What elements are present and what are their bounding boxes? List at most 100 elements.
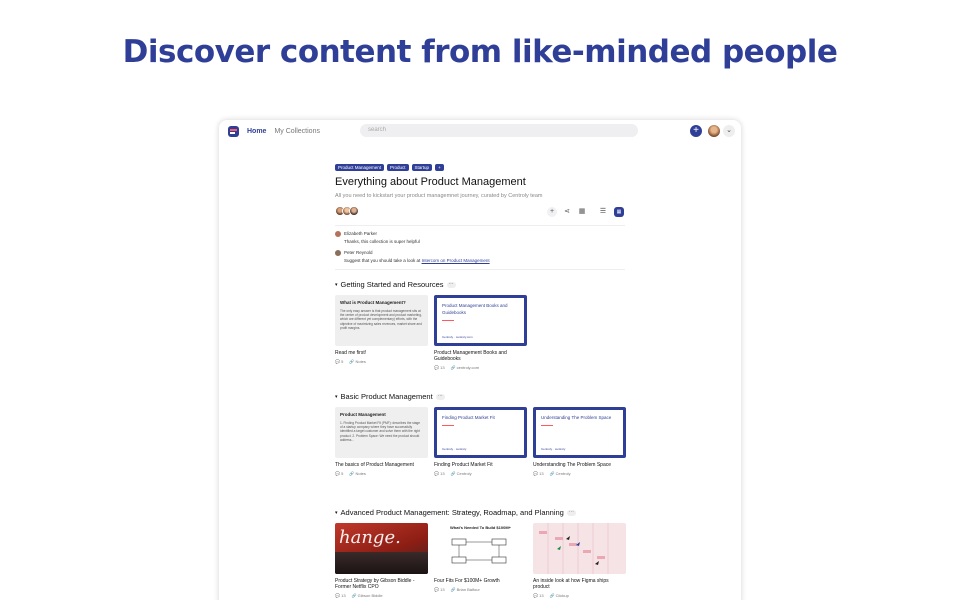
card[interactable]: Understanding The Problem Space Centroly… bbox=[533, 407, 626, 476]
collapse-arrow-icon[interactable]: ▾ bbox=[335, 510, 338, 516]
app-logo-icon[interactable] bbox=[228, 125, 239, 137]
card-thumbnail[interactable]: What is Product Management? The only eas… bbox=[335, 295, 428, 346]
source-label: Centroly bbox=[456, 471, 472, 476]
collection-header: Product Management Product Startup + Eve… bbox=[335, 164, 625, 270]
section-title: Basic Product Management bbox=[340, 392, 433, 401]
add-tag-button[interactable]: + bbox=[435, 164, 444, 171]
add-icon[interactable]: + bbox=[547, 207, 557, 217]
thumb-body: The only easy answer is that product man… bbox=[340, 309, 422, 330]
collapse-arrow-icon[interactable]: ▾ bbox=[335, 394, 338, 400]
card-thumbnail[interactable]: What's Needed To Build $100M+ bbox=[434, 523, 527, 574]
card-thumbnail[interactable]: Understanding The Problem Space Centroly… bbox=[533, 407, 626, 458]
section-header[interactable]: ▾ Advanced Product Management: Strategy,… bbox=[335, 508, 635, 517]
card-title[interactable]: The basics of Product Management bbox=[335, 462, 428, 468]
comment-count: 5 bbox=[341, 471, 344, 476]
comment-text: Thanks, this collection is super helpful bbox=[344, 239, 420, 244]
tag[interactable]: Product Management bbox=[335, 164, 385, 171]
source-label: Clickup bbox=[555, 593, 569, 598]
comment-author: Elizabeth Parker bbox=[344, 231, 378, 236]
card[interactable]: An inside look at how Figma ships produc… bbox=[533, 523, 626, 598]
card[interactable]: What is Product Management? The only eas… bbox=[335, 295, 428, 370]
card-title[interactable]: Four Fits For $100M+ Growth bbox=[434, 578, 527, 584]
chevron-down-icon[interactable]: ⌄ bbox=[723, 125, 735, 137]
search-input[interactable]: search bbox=[360, 124, 638, 137]
collapse-arrow-icon[interactable]: ▾ bbox=[335, 282, 338, 288]
comment-count: 13 bbox=[341, 593, 346, 598]
nav-home[interactable]: Home bbox=[247, 128, 266, 135]
collection-subtitle: All you need to kickstart your product m… bbox=[335, 193, 543, 199]
card[interactable]: Product Management 1. Finding Product Ma… bbox=[335, 407, 428, 476]
settings-icon[interactable]: ▦ bbox=[577, 207, 587, 217]
top-bar: Home My Collections search + ⌄ bbox=[219, 120, 741, 142]
card-thumbnail[interactable]: Finding Product Market Fit Centroly · ce… bbox=[434, 407, 527, 458]
card[interactable]: Finding Product Market Fit Centroly · ce… bbox=[434, 407, 527, 476]
collaborator-avatars bbox=[335, 206, 359, 216]
grid-view-icon[interactable]: ▦ bbox=[614, 207, 624, 217]
list-view-icon[interactable]: ☰ bbox=[598, 207, 608, 217]
comment-icon: 💬 13 bbox=[533, 593, 544, 598]
card-meta: 💬 13 🔗 Centroly bbox=[533, 471, 626, 476]
comment-icon: 💬 5 bbox=[335, 359, 344, 364]
card-title[interactable]: Understanding The Problem Space bbox=[533, 462, 626, 468]
comment-link[interactable]: Intercom on Product Management bbox=[422, 258, 490, 263]
thumb-title: Product Management Books and Guidebooks bbox=[442, 303, 508, 315]
card-meta: 💬 5 🔗 Notes bbox=[335, 359, 428, 364]
figma-board-image bbox=[539, 523, 609, 574]
comment-icon: 💬 13 bbox=[434, 365, 445, 370]
thumb-footer: Centroly · centroly bbox=[541, 447, 566, 451]
more-icon[interactable]: ··· bbox=[566, 509, 576, 516]
comment-count: 13 bbox=[440, 365, 445, 370]
more-icon[interactable]: ··· bbox=[446, 281, 456, 288]
user-avatar[interactable] bbox=[708, 125, 720, 137]
card[interactable]: What's Needed To Build $100M+ Four Fits … bbox=[434, 523, 527, 598]
nav-my-collections[interactable]: My Collections bbox=[274, 128, 320, 135]
collection-actions: + ⋖ ▦ ☰ ▦ bbox=[335, 205, 625, 219]
comment: Peter Reynold Suggest that you should ta… bbox=[335, 250, 625, 263]
section-title: Advanced Product Management: Strategy, R… bbox=[340, 508, 564, 517]
card-title[interactable]: Product Strategy by Gibson Biddle - Form… bbox=[335, 578, 428, 590]
section-header[interactable]: ▾ Basic Product Management ··· bbox=[335, 392, 635, 401]
accent-line bbox=[442, 425, 454, 426]
thumb-title: Finding Product Market Fit bbox=[442, 415, 495, 420]
source-icon: 🔗 Brian Balfour bbox=[450, 587, 480, 592]
avatar bbox=[335, 250, 341, 256]
comment-count: 5 bbox=[341, 359, 344, 364]
avatar[interactable] bbox=[349, 206, 359, 216]
thumb-title: Product Management bbox=[340, 412, 386, 417]
tag[interactable]: Product bbox=[387, 164, 409, 171]
add-button[interactable]: + bbox=[690, 125, 702, 137]
source-label: Centroly bbox=[555, 471, 571, 476]
section-getting-started: ▾ Getting Started and Resources ··· What… bbox=[335, 280, 635, 370]
card-meta: 💬 13 🔗 Centroly bbox=[434, 471, 527, 476]
card-title[interactable]: Finding Product Market Fit bbox=[434, 462, 527, 468]
card-meta: 💬 13 🔗 centroly.com bbox=[434, 365, 527, 370]
share-icon[interactable]: ⋖ bbox=[562, 207, 572, 217]
accent-line bbox=[442, 320, 454, 321]
comment-count: 13 bbox=[440, 587, 445, 592]
card-title[interactable]: Read me first! bbox=[335, 350, 428, 356]
crowd-image bbox=[335, 552, 428, 574]
thumb-title: Understanding The Problem Space bbox=[541, 415, 612, 420]
more-icon[interactable]: ··· bbox=[435, 393, 445, 400]
thumb-title: What is Product Management? bbox=[340, 300, 406, 305]
card[interactable]: Product Management Books and Guidebooks … bbox=[434, 295, 527, 370]
avatar bbox=[335, 231, 341, 237]
card-meta: 💬 5 🔗 Notes bbox=[335, 471, 428, 476]
source-icon: 🔗 Centroly bbox=[450, 471, 472, 476]
card-thumbnail[interactable]: Product Management 1. Finding Product Ma… bbox=[335, 407, 428, 458]
card-title[interactable]: An inside look at how Figma ships produc… bbox=[533, 578, 626, 590]
card-meta: 💬 13 🔗 Brian Balfour bbox=[434, 587, 527, 592]
tag[interactable]: Startup bbox=[411, 164, 433, 171]
card-thumbnail[interactable] bbox=[533, 523, 626, 574]
card[interactable]: hange. Product Strategy by Gibson Biddle… bbox=[335, 523, 428, 598]
card-title[interactable]: Product Management Books and Guidebooks bbox=[434, 350, 527, 362]
thumb-footer: Centroly · centroly.com bbox=[442, 335, 473, 339]
divider bbox=[335, 269, 625, 270]
tag-list: Product Management Product Startup + bbox=[335, 164, 625, 171]
card-thumbnail[interactable]: Product Management Books and Guidebooks … bbox=[434, 295, 527, 346]
accent-line bbox=[541, 425, 553, 426]
section-header[interactable]: ▾ Getting Started and Resources ··· bbox=[335, 280, 635, 289]
card-thumbnail[interactable]: hange. bbox=[335, 523, 428, 574]
thumb-photo-text: hange. bbox=[339, 527, 401, 548]
source-icon: 🔗 Notes bbox=[349, 471, 366, 476]
